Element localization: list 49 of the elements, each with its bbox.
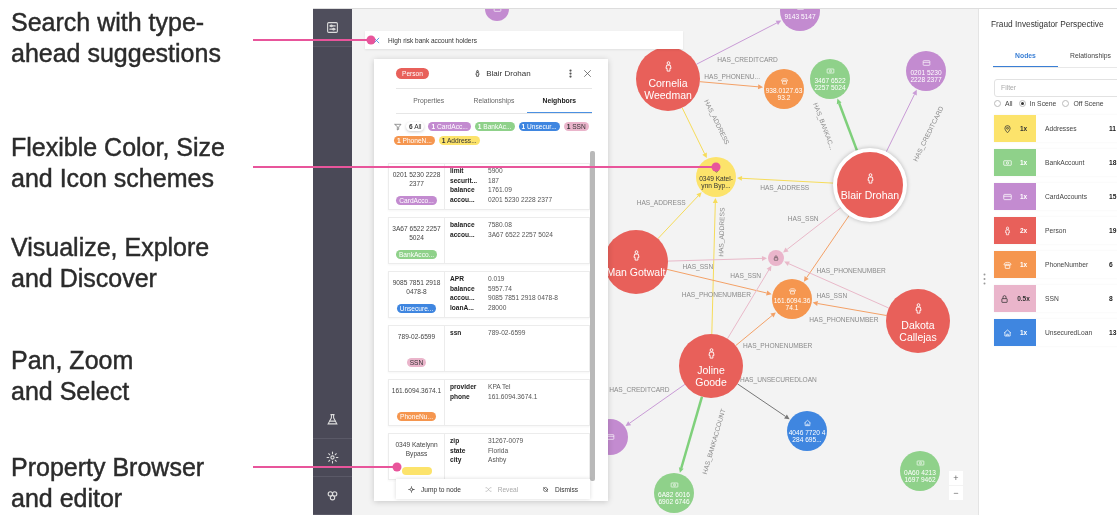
graph-node[interactable] — [768, 250, 784, 266]
sliders-icon[interactable] — [326, 21, 339, 34]
feature-caption: Flexible Color, Size and Icon schemes — [11, 132, 226, 194]
edge-arrow — [699, 81, 764, 90]
settings-icon[interactable] — [326, 451, 339, 464]
lock-icon — [1000, 293, 1010, 304]
house-icon — [802, 419, 812, 427]
telephone-icon — [787, 287, 797, 295]
banknote-icon — [915, 459, 925, 467]
zoom-button[interactable]: + — [949, 471, 963, 485]
circles-icon[interactable] — [326, 489, 339, 502]
zoom-button[interactable]: − — [949, 486, 963, 500]
close-icon[interactable] — [583, 69, 592, 78]
credit-card-icon — [921, 59, 931, 67]
filter-icon[interactable] — [394, 122, 402, 131]
node-label: Blair Drohan — [839, 188, 901, 201]
more-icon[interactable] — [566, 69, 575, 78]
edge-arrow — [737, 383, 790, 420]
edge-arrow — [836, 98, 859, 151]
crosshair-icon — [408, 485, 415, 493]
feature-caption: Visualize, Explore and Discover — [11, 232, 211, 294]
sidebar-button[interactable] — [313, 9, 352, 47]
feature-caption: Pan, Zoom and Select — [11, 345, 135, 407]
banknote-icon — [1002, 157, 1012, 168]
banknote-icon — [825, 67, 835, 75]
graph-node[interactable]: Cornelia Weedman — [636, 47, 700, 111]
shuffle-icon — [484, 485, 492, 493]
scrollbar[interactable] — [590, 151, 595, 481]
flask-icon[interactable] — [326, 413, 339, 426]
perspective-title: Fraud Investigator Perspective — [991, 19, 1105, 29]
graph-node[interactable]: Blair Drohan — [833, 148, 907, 222]
telephone-icon — [1002, 259, 1012, 270]
node-label: Cornelia Weedman — [643, 76, 693, 101]
panel-title: Blair Drohan — [486, 69, 531, 78]
feature-caption: Property Browser and editor — [11, 452, 206, 514]
telephone-icon — [779, 77, 789, 85]
drag-handle-icon[interactable] — [983, 273, 986, 285]
feature-caption: Search with type- ahead suggestions — [11, 7, 222, 69]
type-badge — [401, 467, 432, 475]
house-icon — [1002, 327, 1012, 338]
node-label: Dakota Callejas — [898, 318, 938, 343]
banknote-icon — [669, 481, 679, 489]
node-label: Joline Goode — [694, 363, 728, 388]
graph-node[interactable]: Dakota Callejas — [886, 289, 950, 353]
credit-card-icon — [1002, 191, 1012, 202]
lock-icon — [773, 255, 779, 261]
person-icon — [474, 68, 482, 79]
person-icon — [1002, 225, 1012, 236]
map-pin-icon — [1002, 123, 1012, 134]
